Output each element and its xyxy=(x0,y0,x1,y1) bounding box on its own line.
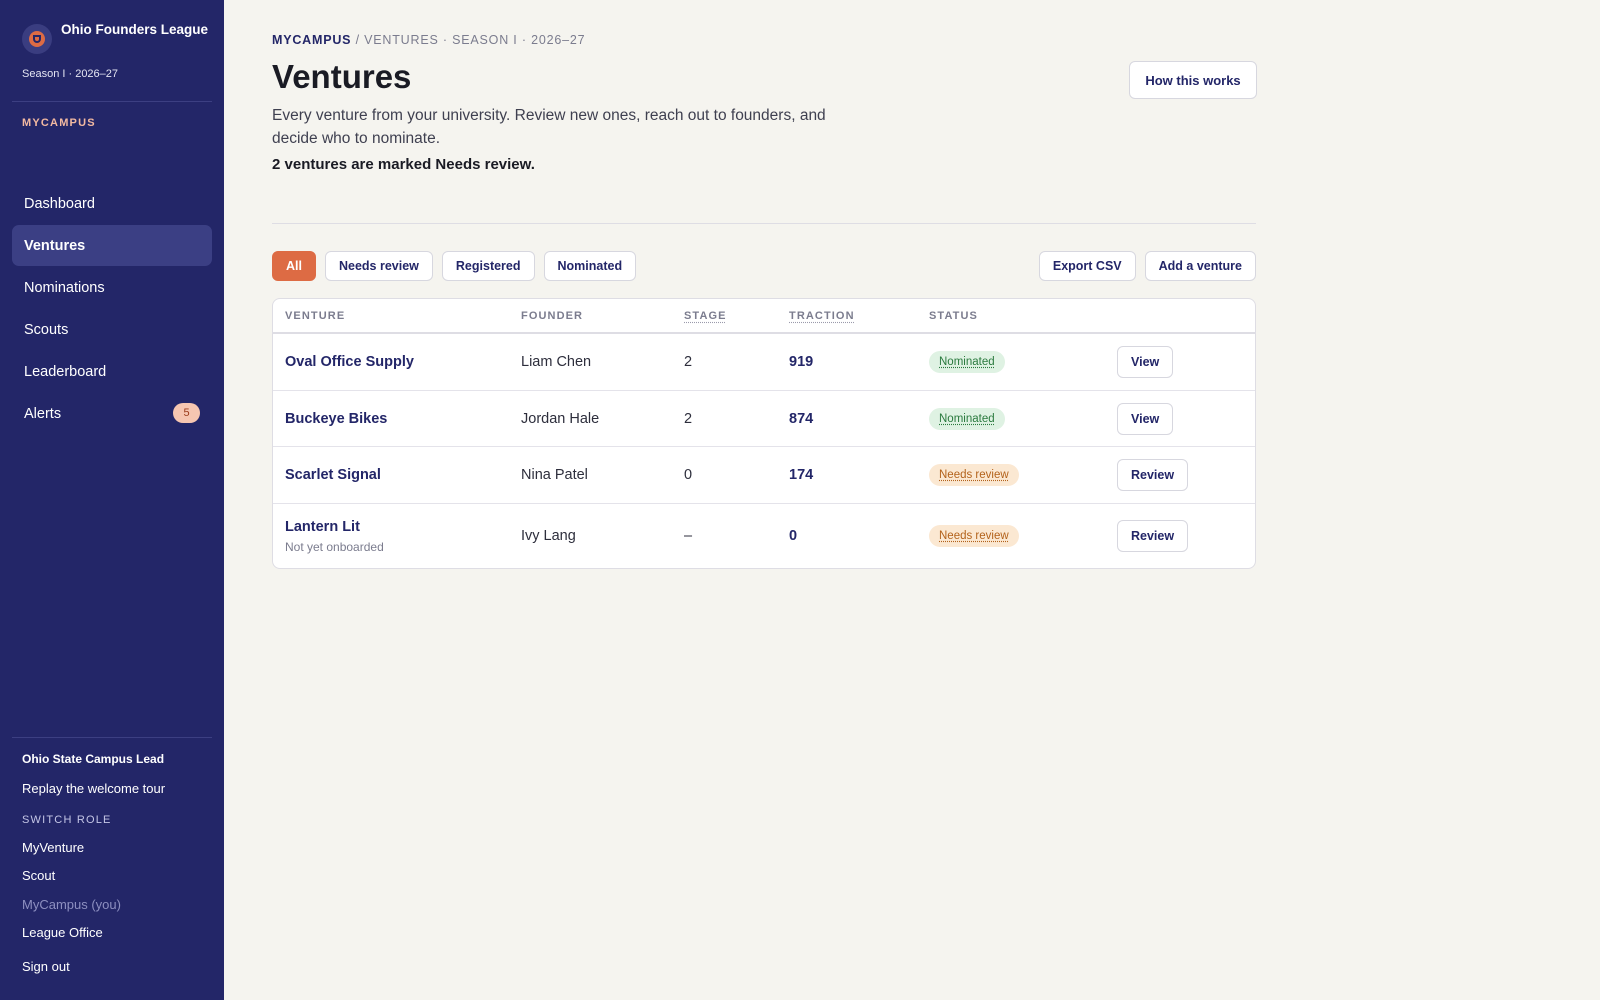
filter-all[interactable]: All xyxy=(272,251,316,281)
filter-nominated[interactable]: Nominated xyxy=(543,251,637,281)
venture-name-link[interactable]: Oval Office Supply xyxy=(285,354,414,370)
traction-value: 0 xyxy=(789,528,798,544)
sidebar-divider xyxy=(12,737,212,738)
season-label: Season I · 2026–27 xyxy=(22,68,119,80)
founder-name: Nina Patel xyxy=(521,467,588,483)
header-divider xyxy=(272,223,1256,224)
section-label: MYCAMPUS xyxy=(22,117,96,129)
sidebar-item-label: Alerts xyxy=(24,405,62,422)
page-description: Every venture from your university. Revi… xyxy=(272,107,826,147)
sidebar-item-label: Leaderboard xyxy=(24,363,107,380)
add-venture-button[interactable]: Add a venture xyxy=(1144,251,1256,281)
stage-value: 2 xyxy=(684,411,693,427)
view-button[interactable]: View xyxy=(1117,346,1174,378)
stage-value: – xyxy=(684,528,693,544)
stage-value: 2 xyxy=(684,354,693,370)
column-header-venture: VENTURE xyxy=(285,310,346,322)
filter-needs-review[interactable]: Needs review xyxy=(324,251,433,281)
sidebar-item-nominations[interactable]: Nominations xyxy=(12,267,212,308)
alerts-count-badge: 5 xyxy=(173,403,200,423)
founder-name: Liam Chen xyxy=(521,354,592,370)
traction-value: 174 xyxy=(789,467,814,483)
export-csv-button[interactable]: Export CSV xyxy=(1038,251,1136,281)
table-row: Buckeye Bikes Jordan Hale 2 874 Nominate… xyxy=(273,391,1255,447)
role-mycampus-current: MyCampus (you) xyxy=(22,897,121,912)
founder-name: Jordan Hale xyxy=(521,411,600,427)
switch-role-label: SWITCH ROLE xyxy=(22,814,112,826)
founder-name: Ivy Lang xyxy=(521,528,576,544)
sidebar-item-dashboard[interactable]: Dashboard xyxy=(12,183,212,224)
sidebar-item-alerts[interactable]: Alerts 5 xyxy=(12,393,212,434)
how-this-works-button[interactable]: How this works xyxy=(1129,61,1257,99)
venture-name-link[interactable]: Scarlet Signal xyxy=(285,467,381,483)
stage-value: 0 xyxy=(684,467,693,483)
table-row: Oval Office Supply Liam Chen 2 919 Nomin… xyxy=(273,334,1255,391)
status-badge: Nominated xyxy=(929,408,1005,430)
column-header-founder: FOUNDER xyxy=(521,310,584,322)
sidebar-item-scouts[interactable]: Scouts xyxy=(12,309,212,350)
column-header-status: STATUS xyxy=(929,310,978,322)
sidebar: Ohio Founders League Season I · 2026–27 … xyxy=(0,0,224,1000)
traction-value: 919 xyxy=(789,354,814,370)
table-row: Scarlet Signal Nina Patel 0 174 Needs re… xyxy=(273,447,1255,504)
filter-chips: All Needs review Registered Nominated xyxy=(272,251,637,281)
status-label: Nominated xyxy=(939,356,995,368)
replay-tour-link[interactable]: Replay the welcome tour xyxy=(22,781,165,796)
sidebar-divider xyxy=(12,101,212,102)
sidebar-item-label: Scouts xyxy=(24,321,69,338)
current-user-role: Ohio State Campus Lead xyxy=(22,752,165,766)
sidebar-item-label: Nominations xyxy=(24,279,105,296)
review-button[interactable]: Review xyxy=(1117,520,1189,552)
status-badge: Nominated xyxy=(929,351,1005,373)
league-logo-icon xyxy=(22,24,52,54)
role-scout-link[interactable]: Scout xyxy=(22,868,55,883)
role-league-office-link[interactable]: League Office xyxy=(22,925,103,940)
brand-name: Ohio Founders League xyxy=(61,22,209,37)
page-title: Ventures xyxy=(272,58,412,95)
sidebar-item-label: Ventures xyxy=(24,237,86,254)
needs-review-note: 2 ventures are marked Needs review. xyxy=(272,156,535,173)
table-row: Lantern Lit Not yet onboarded Ivy Lang –… xyxy=(273,504,1255,568)
column-header-traction[interactable]: TRACTION xyxy=(789,310,855,322)
sign-out-link[interactable]: Sign out xyxy=(22,959,70,974)
sidebar-item-leaderboard[interactable]: Leaderboard xyxy=(12,351,212,392)
ventures-table: VENTURE FOUNDER STAGE TRACTION STATUS Ov… xyxy=(272,298,1256,569)
venture-name-link[interactable]: Buckeye Bikes xyxy=(285,411,387,427)
status-label: Nominated xyxy=(939,413,995,425)
traction-value: 874 xyxy=(789,411,814,427)
breadcrumb-root[interactable]: MYCAMPUS xyxy=(272,33,351,47)
breadcrumb-path: / VENTURES · SEASON I · 2026–27 xyxy=(351,33,586,47)
status-badge: Needs review xyxy=(929,464,1019,486)
sidebar-item-label: Dashboard xyxy=(24,195,95,212)
view-button[interactable]: View xyxy=(1117,403,1174,435)
status-label: Needs review xyxy=(939,530,1009,542)
status-badge: Needs review xyxy=(929,525,1019,547)
sidebar-item-ventures[interactable]: Ventures xyxy=(12,225,212,266)
role-myventure-link[interactable]: MyVenture xyxy=(22,840,84,855)
venture-onboarding-note: Not yet onboarded xyxy=(285,540,384,554)
column-header-stage[interactable]: STAGE xyxy=(684,310,727,322)
status-label: Needs review xyxy=(939,469,1009,481)
filter-registered[interactable]: Registered xyxy=(441,251,535,281)
table-actions: Export CSV Add a venture xyxy=(1038,251,1256,281)
breadcrumb: MYCAMPUS / VENTURES · SEASON I · 2026–27 xyxy=(272,33,585,47)
table-header: VENTURE FOUNDER STAGE TRACTION STATUS xyxy=(273,299,1255,334)
venture-name-link[interactable]: Lantern Lit xyxy=(285,519,360,535)
review-button[interactable]: Review xyxy=(1117,459,1189,491)
sidebar-nav: Dashboard Ventures Nominations Scouts Le… xyxy=(12,183,212,435)
